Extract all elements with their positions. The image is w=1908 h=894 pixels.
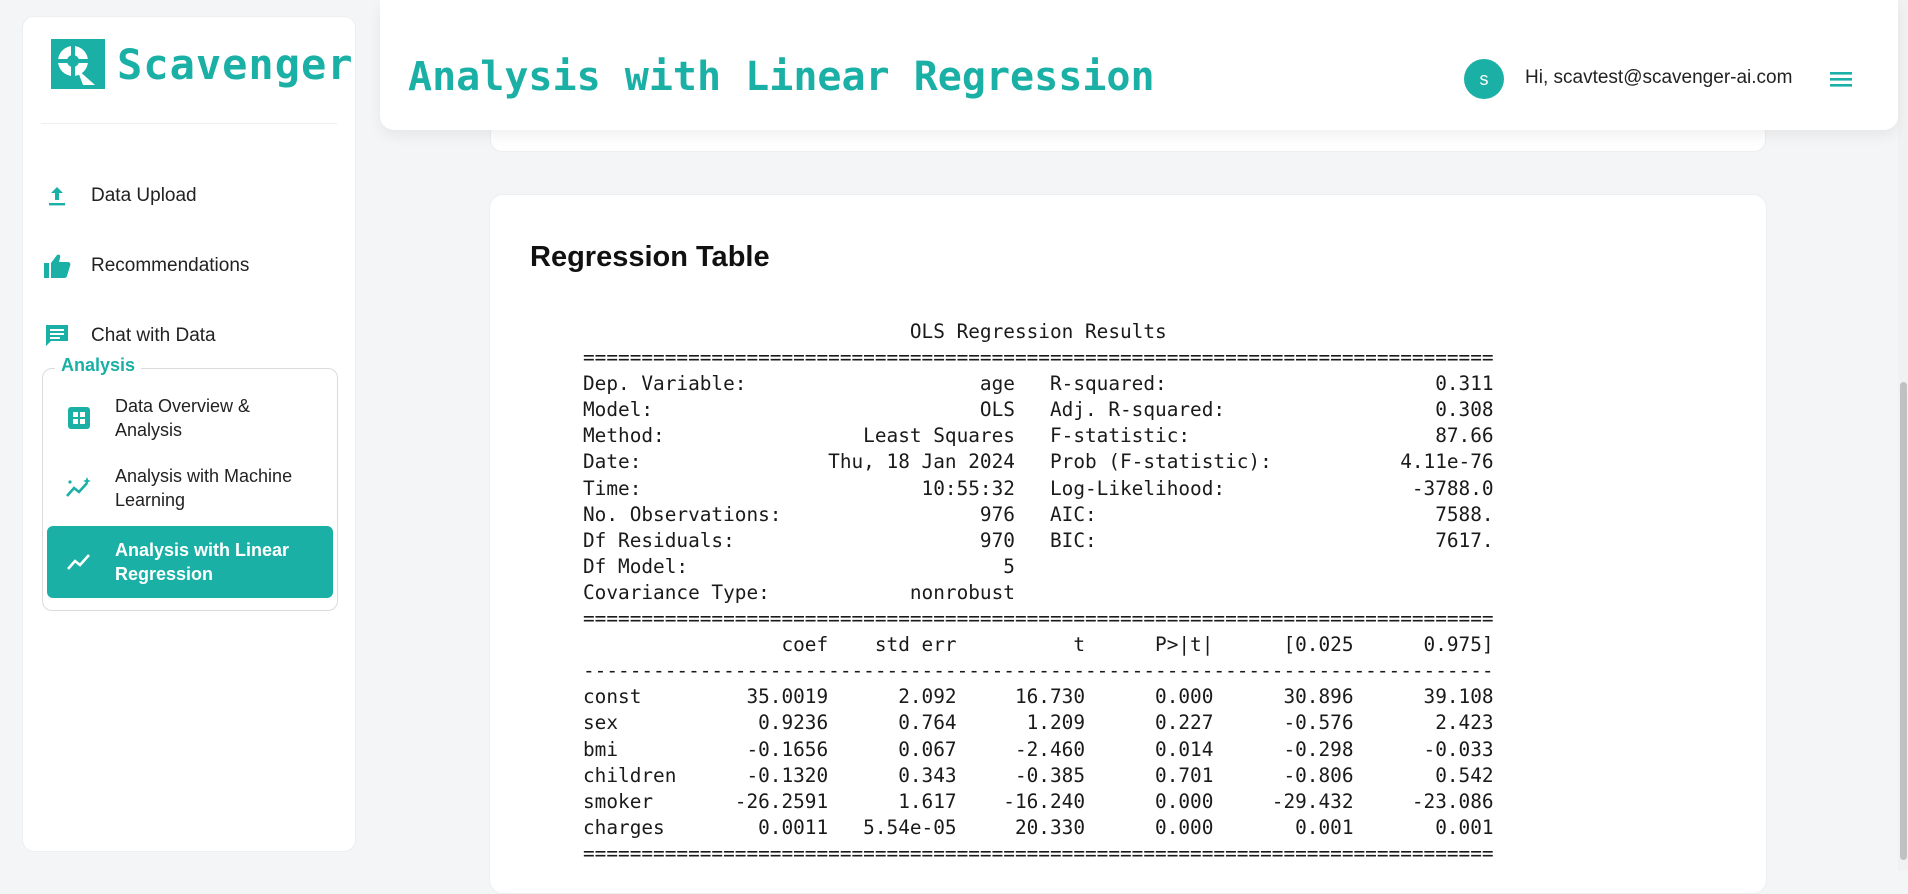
ols-line: coef std err t P>|t| [0.025 0.975] xyxy=(583,633,1494,657)
user-greeting: Hi, scavtest@scavenger-ai.com xyxy=(1525,67,1793,88)
ols-line: const 35.0019 2.092 16.730 0.000 30.896 … xyxy=(583,685,1494,709)
ols-line: bmi -0.1656 0.067 -2.460 0.014 -0.298 -0… xyxy=(583,737,1494,761)
regression-card: Regression Table OLS Regression Results … xyxy=(489,194,1767,894)
ols-line: ========================================… xyxy=(583,607,1494,631)
nav-item-label: Chat with Data xyxy=(91,325,216,346)
ols-line: Model: OLS Adj. R-squared: 0.308 xyxy=(583,398,1494,422)
sidebar-item-label: Analysis with Machine Learning xyxy=(115,466,293,510)
ols-line: children -0.1320 0.343 -0.385 0.701 -0.8… xyxy=(583,763,1494,787)
ols-line: charges 0.0011 5.54e-05 20.330 0.000 0.0… xyxy=(583,815,1494,839)
upload-icon xyxy=(43,182,71,210)
nav-item-label: Recommendations xyxy=(91,255,250,276)
nav-item-recommendations[interactable]: Recommendations xyxy=(39,238,339,294)
ols-line: Time: 10:55:32 Log-Likelihood: -3788.0 xyxy=(583,476,1494,500)
ols-line: OLS Regression Results xyxy=(583,320,1494,343)
ols-line: No. Observations: 976 AIC: 7588. xyxy=(583,502,1494,526)
divider xyxy=(41,123,337,124)
ols-line: Date: Thu, 18 Jan 2024 Prob (F-statistic… xyxy=(583,450,1494,474)
brand[interactable]: Scavenger xyxy=(51,37,354,91)
sidebar-item-machine-learning[interactable]: Analysis with Machine Learning xyxy=(47,457,333,519)
sidebar-item-linear-regression[interactable]: Analysis with Linear Regression xyxy=(47,526,333,598)
grid-icon xyxy=(65,404,93,432)
ols-line: Dep. Variable: age R-squared: 0.311 xyxy=(583,372,1494,396)
scrollbar-thumb[interactable] xyxy=(1900,382,1907,860)
brand-name: Scavenger xyxy=(117,39,354,89)
sidebar-item-label: Data Overview & Analysis xyxy=(115,396,251,440)
sidebar: Scavenger Data Upload Recommendations Ch… xyxy=(22,16,356,852)
sidebar-item-data-overview[interactable]: Data Overview & Analysis xyxy=(47,387,333,449)
ols-line: Df Model: 5 xyxy=(583,554,1494,578)
analysis-group: Analysis Data Overview & Analysis Analys… xyxy=(42,355,338,611)
nav-item-data-upload[interactable]: Data Upload xyxy=(39,168,339,224)
scavenger-logo-icon xyxy=(51,39,105,89)
ols-line: ----------------------------------------… xyxy=(583,659,1494,683)
ols-line: sex 0.9236 0.764 1.209 0.227 -0.576 2.42… xyxy=(583,711,1494,735)
analysis-group-label: Analysis xyxy=(55,355,142,376)
thumbs-up-icon xyxy=(43,252,71,280)
avatar[interactable]: s xyxy=(1464,59,1504,99)
ols-line: ========================================… xyxy=(583,346,1494,370)
chat-icon xyxy=(43,322,71,350)
top-header: Analysis with Linear Regression s Hi, sc… xyxy=(380,0,1898,130)
ols-line: Df Residuals: 970 BIC: 7617. xyxy=(583,528,1494,552)
ols-line: Covariance Type: nonrobust xyxy=(583,580,1494,604)
ols-line: smoker -26.2591 1.617 -16.240 0.000 -29.… xyxy=(583,789,1494,813)
nav-item-label: Data Upload xyxy=(91,185,197,206)
ols-line: ========================================… xyxy=(583,841,1494,865)
hamburger-menu-icon[interactable] xyxy=(1826,66,1856,92)
sparkle-chart-icon xyxy=(65,474,93,502)
trend-line-icon xyxy=(65,548,93,576)
sidebar-item-label: Analysis with Linear Regression xyxy=(115,540,290,584)
page-title: Analysis with Linear Regression xyxy=(408,54,1155,100)
ols-line: Method: Least Squares F-statistic: 87.66 xyxy=(583,424,1494,448)
regression-table-title: Regression Table xyxy=(530,241,770,273)
ols-results: OLS Regression Results =================… xyxy=(583,319,1494,867)
